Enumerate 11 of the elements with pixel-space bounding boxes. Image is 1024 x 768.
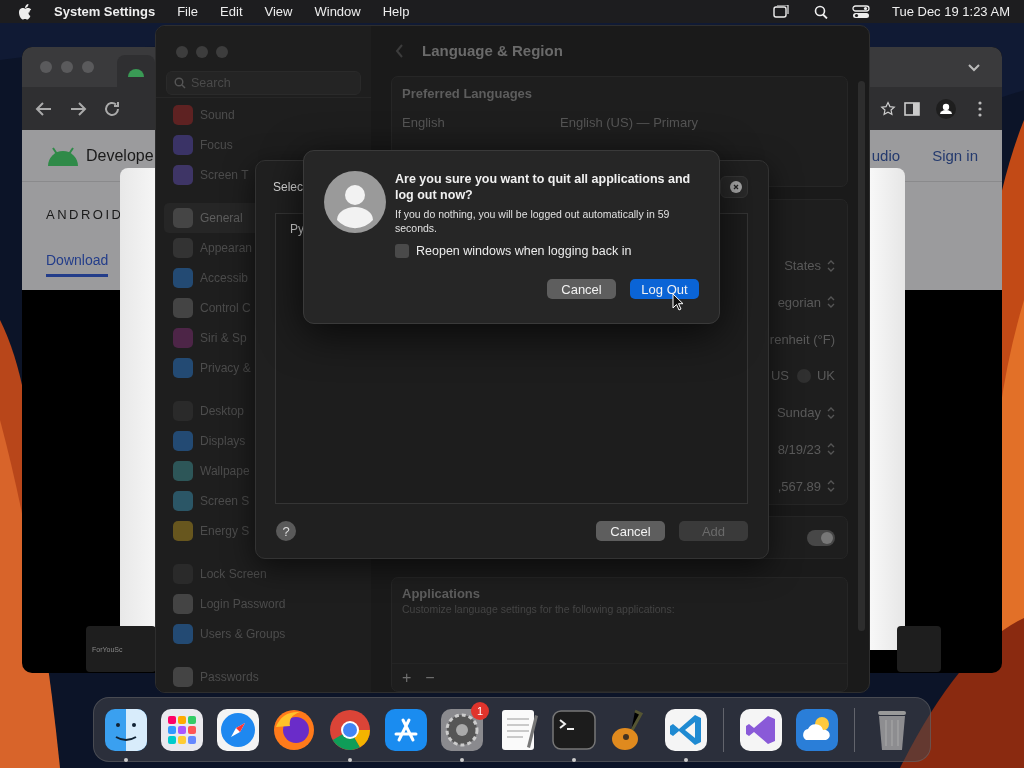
dialog-message: If you do nothing, you will be logged out automatically in 59 seconds.: [395, 207, 671, 235]
group-title: Applications: [402, 586, 481, 602]
group-title: Preferred Languages: [402, 86, 534, 102]
site-logo-text: Develope: [86, 146, 154, 165]
radio-label: UK: [816, 368, 835, 384]
section-heading: ANDROID: [46, 207, 124, 222]
checkbox-label: Reopen windows when logging back in: [416, 244, 632, 258]
sheet-title: Selec: [273, 180, 304, 194]
pane-title: Language & Region: [422, 42, 563, 60]
setting-value: renheit (°F): [769, 331, 835, 347]
dialog-title: Are you sure you want to quit all applications and log out now?: [395, 171, 692, 203]
